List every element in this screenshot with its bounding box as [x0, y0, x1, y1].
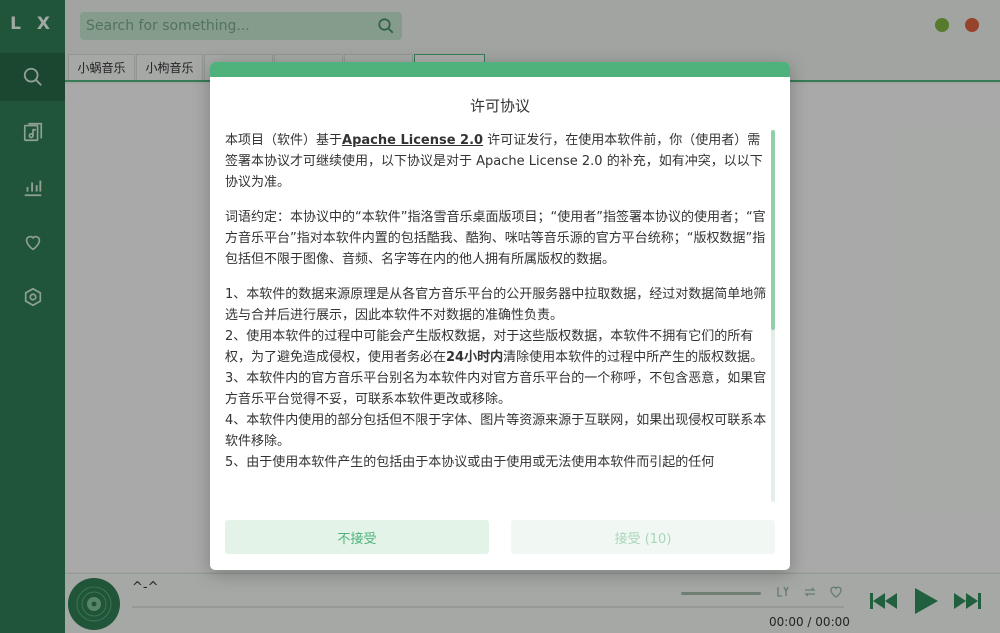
license-item-4: 4、本软件内使用的部分包括但不限于字体、图片等资源来源于互联网，如果出现侵权可联…: [225, 413, 767, 449]
dialog-scrollbar[interactable]: [771, 130, 775, 330]
license-dialog: 许可协议 本项目（软件）基于Apache License 2.0 许可证发行，在…: [210, 62, 790, 570]
license-link[interactable]: Apache License 2.0: [342, 133, 483, 148]
dialog-body: 本项目（软件）基于Apache License 2.0 许可证发行，在使用本软件…: [225, 130, 767, 502]
license-item-5: 5、由于使用本软件产生的包括由于本协议或由于使用或无法使用本软件而引起的任何: [225, 455, 715, 470]
license-terms: 词语约定：本协议中的“本软件”指洛雪音乐桌面版项目；“使用者”指签署本协议的使用…: [225, 210, 766, 267]
license-item-3: 3、本软件内的官方音乐平台别名为本软件内对官方音乐平台的一个称呼，不包含恶意，如…: [225, 371, 767, 407]
dialog-title: 许可协议: [469, 97, 530, 115]
dialog-header-bar: [210, 62, 790, 77]
license-item-1: 1、本软件的数据来源原理是从各官方音乐平台的公开服务器中拉取数据，经过对数据简单…: [225, 287, 767, 323]
license-intro: 本项目（软件）基于Apache License 2.0 许可证发行，在使用本软件…: [225, 133, 763, 190]
reject-button[interactable]: 不接受: [225, 520, 489, 554]
accept-button[interactable]: 接受 (10): [511, 520, 775, 554]
license-item-2: 2、使用本软件的过程中可能会产生版权数据，对于这些版权数据，本软件不拥有它们的所…: [225, 329, 764, 365]
